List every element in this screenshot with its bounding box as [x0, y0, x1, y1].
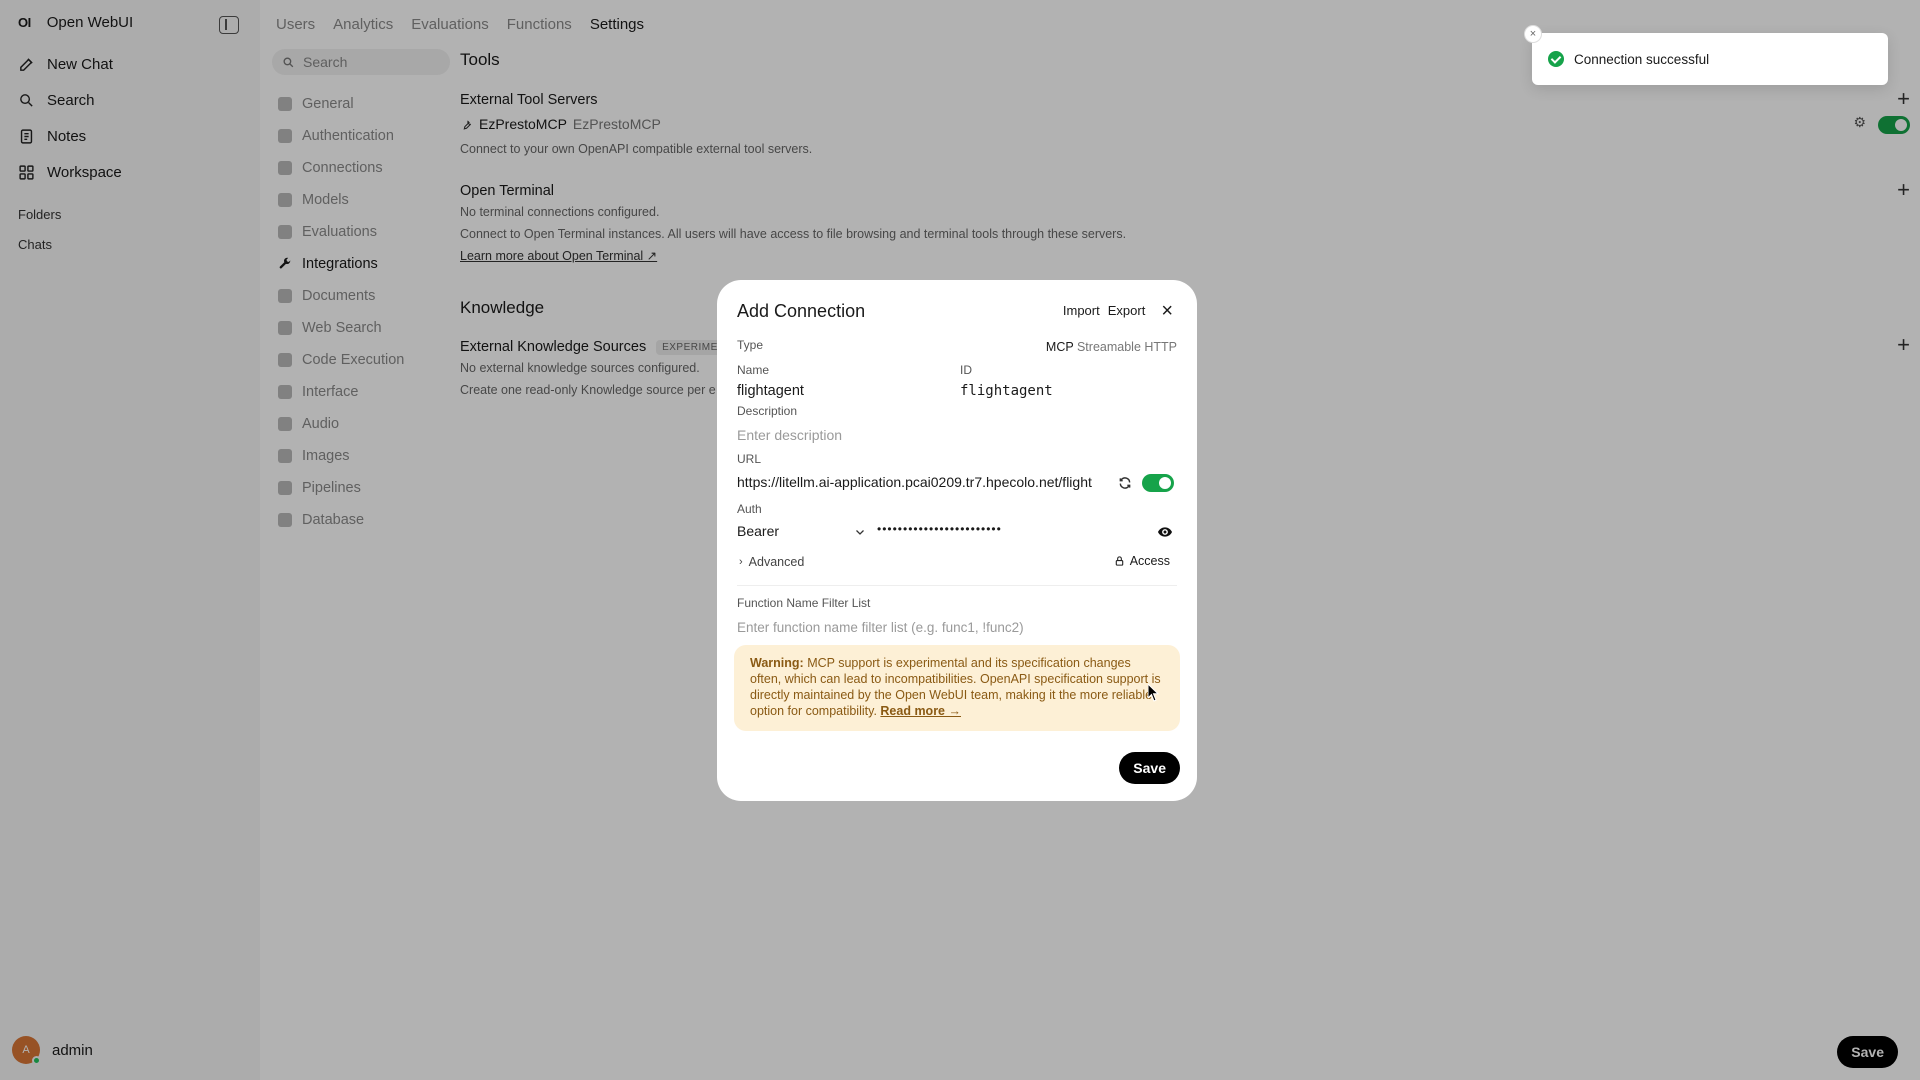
name-input[interactable]: flightagent: [737, 383, 804, 399]
advanced-label: Advanced: [748, 555, 805, 569]
refresh-icon[interactable]: [1118, 476, 1132, 490]
read-more-link[interactable]: Read more →: [880, 704, 961, 718]
url-enabled-toggle[interactable]: [1142, 474, 1174, 492]
type-option-mcp[interactable]: MCP: [1046, 340, 1074, 354]
add-connection-modal: Add Connection Import Export × Type MCP …: [717, 280, 1197, 801]
divider: [737, 585, 1177, 586]
modal-title: Add Connection: [737, 301, 866, 321]
warning-prefix: Warning:: [750, 656, 804, 670]
auth-type-select[interactable]: Bearer: [737, 523, 779, 539]
modal-actions: Import Export ×: [1063, 301, 1173, 321]
access-button[interactable]: Access: [1114, 554, 1170, 568]
description-label: Description: [737, 404, 798, 418]
description-input[interactable]: Enter description: [737, 427, 842, 443]
import-button[interactable]: Import: [1063, 303, 1100, 318]
toast-message: Connection successful: [1574, 51, 1710, 67]
eye-icon[interactable]: [1158, 526, 1172, 538]
filter-input[interactable]: Enter function name filter list (e.g. fu…: [737, 620, 1024, 635]
toast-close-button[interactable]: ×: [1524, 25, 1542, 43]
type-label: Type: [737, 338, 764, 352]
cursor-icon: [1148, 684, 1160, 702]
mcp-warning: Warning: MCP support is experimental and…: [734, 645, 1180, 731]
url-label: URL: [737, 452, 762, 466]
chevron-right-icon: ›: [739, 556, 743, 568]
access-label: Access: [1129, 554, 1170, 568]
name-label: Name: [737, 363, 770, 377]
lock-icon: [1115, 556, 1123, 566]
check-circle-icon: [1548, 51, 1564, 67]
close-icon[interactable]: ×: [1161, 301, 1173, 321]
auth-key-input[interactable]: ••••••••••••••••••••••••: [877, 522, 1002, 536]
export-button[interactable]: Export: [1108, 303, 1146, 318]
type-option-streamable-http[interactable]: Streamable HTTP: [1077, 340, 1177, 354]
chevron-down-icon[interactable]: [854, 526, 866, 538]
url-input[interactable]: https://litellm.ai-application.pcai0209.…: [737, 474, 1115, 490]
advanced-toggle[interactable]: › Advanced: [739, 555, 804, 569]
filter-label: Function Name Filter List: [737, 596, 871, 610]
id-label: ID: [960, 363, 972, 377]
type-selector[interactable]: MCP Streamable HTTP: [1046, 340, 1177, 354]
modal-save-button[interactable]: Save: [1119, 752, 1180, 784]
toast-notification: × Connection successful: [1524, 25, 1888, 85]
id-input[interactable]: flightagent: [960, 383, 1053, 399]
auth-label: Auth: [737, 502, 762, 516]
